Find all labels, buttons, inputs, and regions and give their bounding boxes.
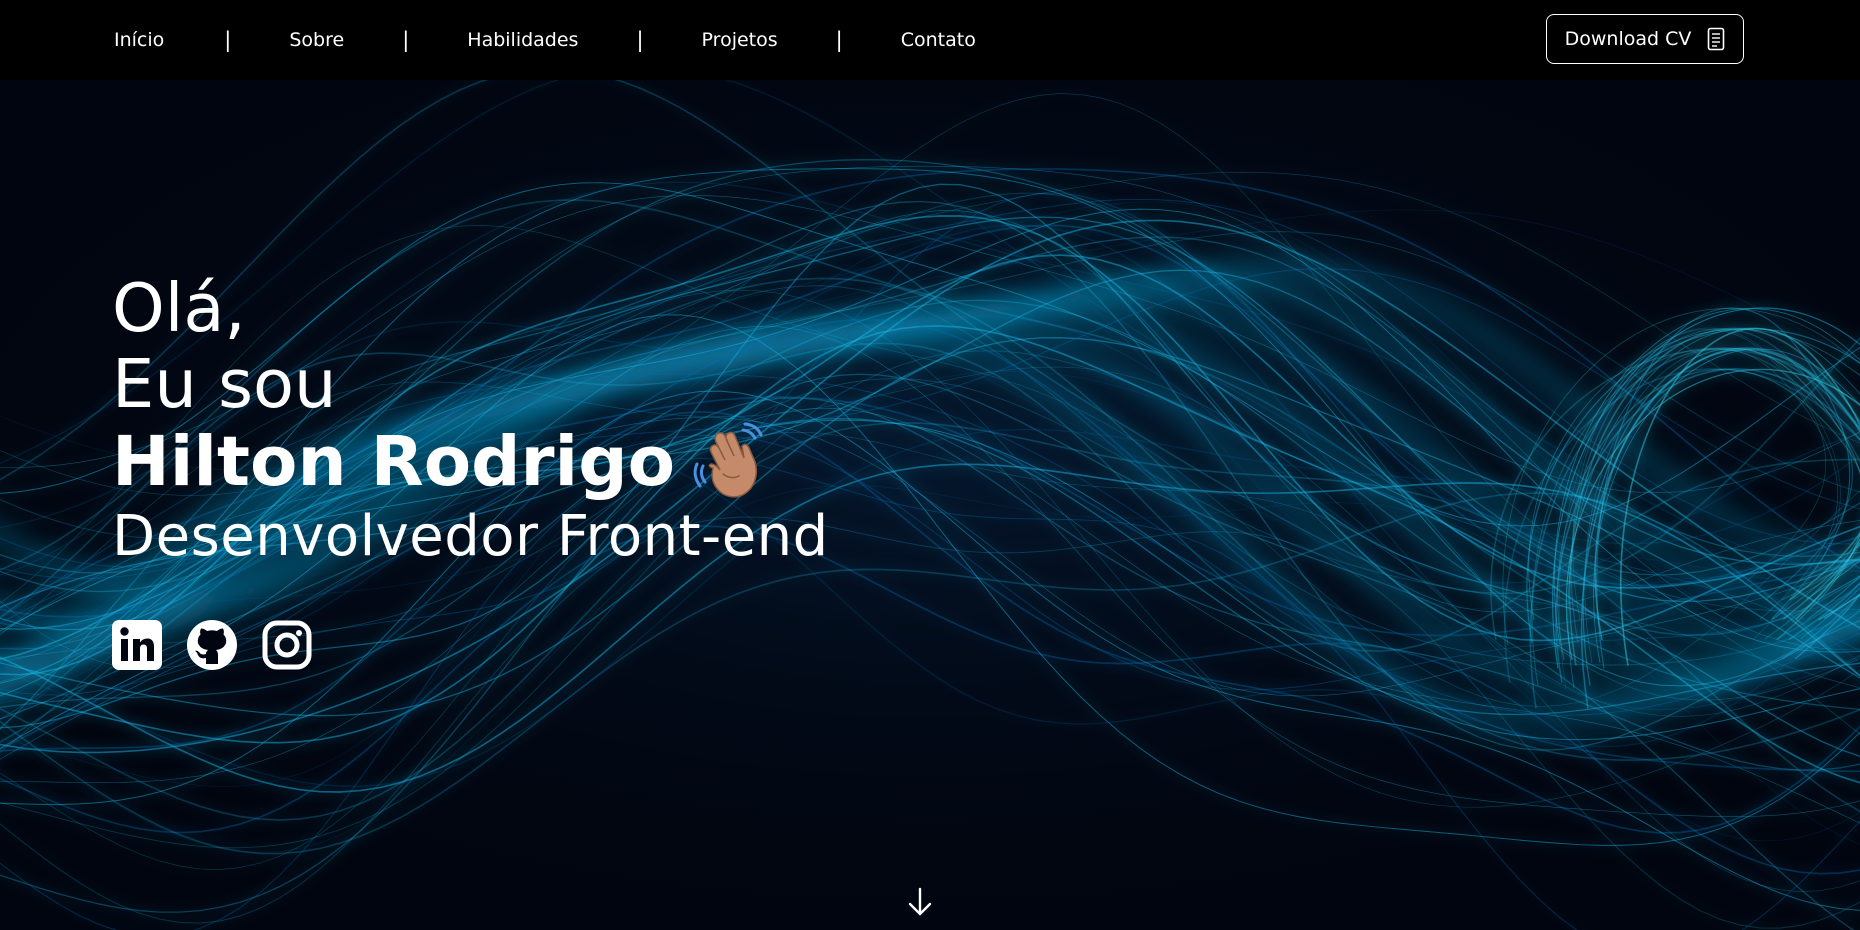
nav-link-projetos[interactable]: Projetos bbox=[702, 29, 778, 51]
nav-separator: | bbox=[835, 28, 843, 52]
download-cv-label: Download CV bbox=[1564, 28, 1692, 50]
top-navigation-bar: Início | Sobre | Habilidades | Projetos … bbox=[0, 0, 1860, 80]
hero-intro-text: Eu sou bbox=[112, 345, 337, 423]
main-nav: Início | Sobre | Habilidades | Projetos … bbox=[114, 0, 976, 80]
hero-intro: Olá, Eu sou Hilton Rodrigo Desenvolvedor… bbox=[112, 270, 829, 572]
nav-link-habilidades[interactable]: Habilidades bbox=[467, 29, 578, 51]
nav-separator: | bbox=[636, 28, 644, 52]
hero-greeting: Olá, bbox=[112, 269, 246, 347]
instagram-icon[interactable] bbox=[262, 620, 312, 670]
nav-link-inicio[interactable]: Início bbox=[114, 29, 164, 51]
download-cv-button[interactable]: Download CV bbox=[1546, 14, 1744, 64]
nav-separator: | bbox=[402, 28, 410, 52]
linkedin-icon[interactable] bbox=[112, 620, 162, 670]
nav-separator: | bbox=[224, 28, 232, 52]
waving-hand-icon bbox=[693, 422, 763, 498]
github-icon[interactable] bbox=[187, 620, 237, 670]
hero-name: Hilton Rodrigo bbox=[112, 422, 675, 502]
nav-link-sobre[interactable]: Sobre bbox=[289, 29, 344, 51]
document-icon bbox=[1708, 27, 1725, 51]
arrow-down-icon[interactable] bbox=[905, 886, 935, 918]
portfolio-page: Início | Sobre | Habilidades | Projetos … bbox=[0, 0, 1860, 930]
hero-role: Desenvolvedor Front-end bbox=[112, 504, 829, 569]
social-links bbox=[112, 620, 337, 670]
nav-link-contato[interactable]: Contato bbox=[901, 29, 976, 51]
hero-name-row: Hilton Rodrigo bbox=[112, 422, 829, 502]
